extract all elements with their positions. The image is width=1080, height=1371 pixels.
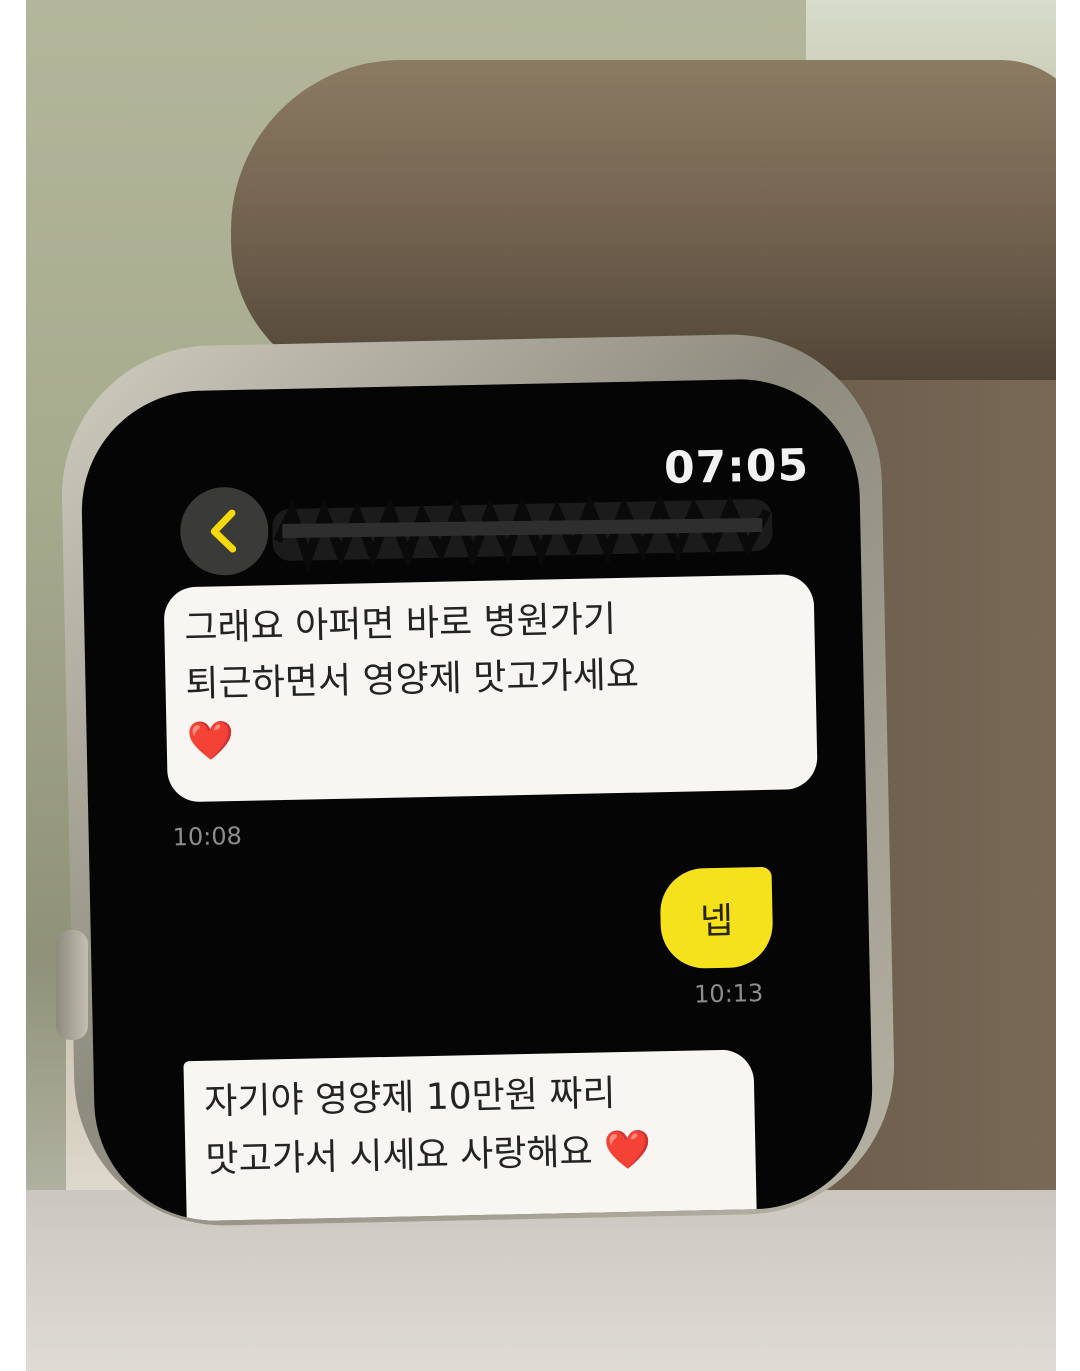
message-timestamp: 10:08 bbox=[172, 821, 243, 852]
message-timestamp: 10:13 bbox=[693, 979, 764, 1009]
red-heart-icon: ❤️ bbox=[603, 1127, 652, 1173]
received-message-2[interactable]: 자기야 영양제 10만원 짜리 맛고가서 시세요 사랑해요 ❤️ bbox=[183, 1049, 758, 1224]
redacted-contact-name bbox=[272, 492, 773, 572]
message-line: 맛고가서 시세요 사랑해요 ❤️ bbox=[205, 1120, 734, 1189]
status-time: 07:05 bbox=[663, 439, 810, 495]
photo-background: 07:05 그래요 아퍼면 바로 병원가기 퇴근하면서 영양제 맛고가세요 ❤️… bbox=[26, 0, 1056, 1371]
sent-message[interactable]: 넵 bbox=[659, 866, 774, 970]
back-button[interactable] bbox=[179, 486, 270, 577]
message-text: 넵 bbox=[699, 900, 734, 943]
chevron-left-icon bbox=[210, 509, 237, 553]
digital-crown[interactable] bbox=[56, 930, 88, 1040]
received-message-1[interactable]: 그래요 아퍼면 바로 병원가기 퇴근하면서 영양제 맛고가세요 ❤️ bbox=[163, 573, 818, 803]
message-line-text: 맛고가서 시세요 사랑해요 bbox=[205, 1131, 594, 1181]
watch-screen: 07:05 그래요 아퍼면 바로 병원가기 퇴근하면서 영양제 맛고가세요 ❤️… bbox=[79, 376, 875, 1224]
